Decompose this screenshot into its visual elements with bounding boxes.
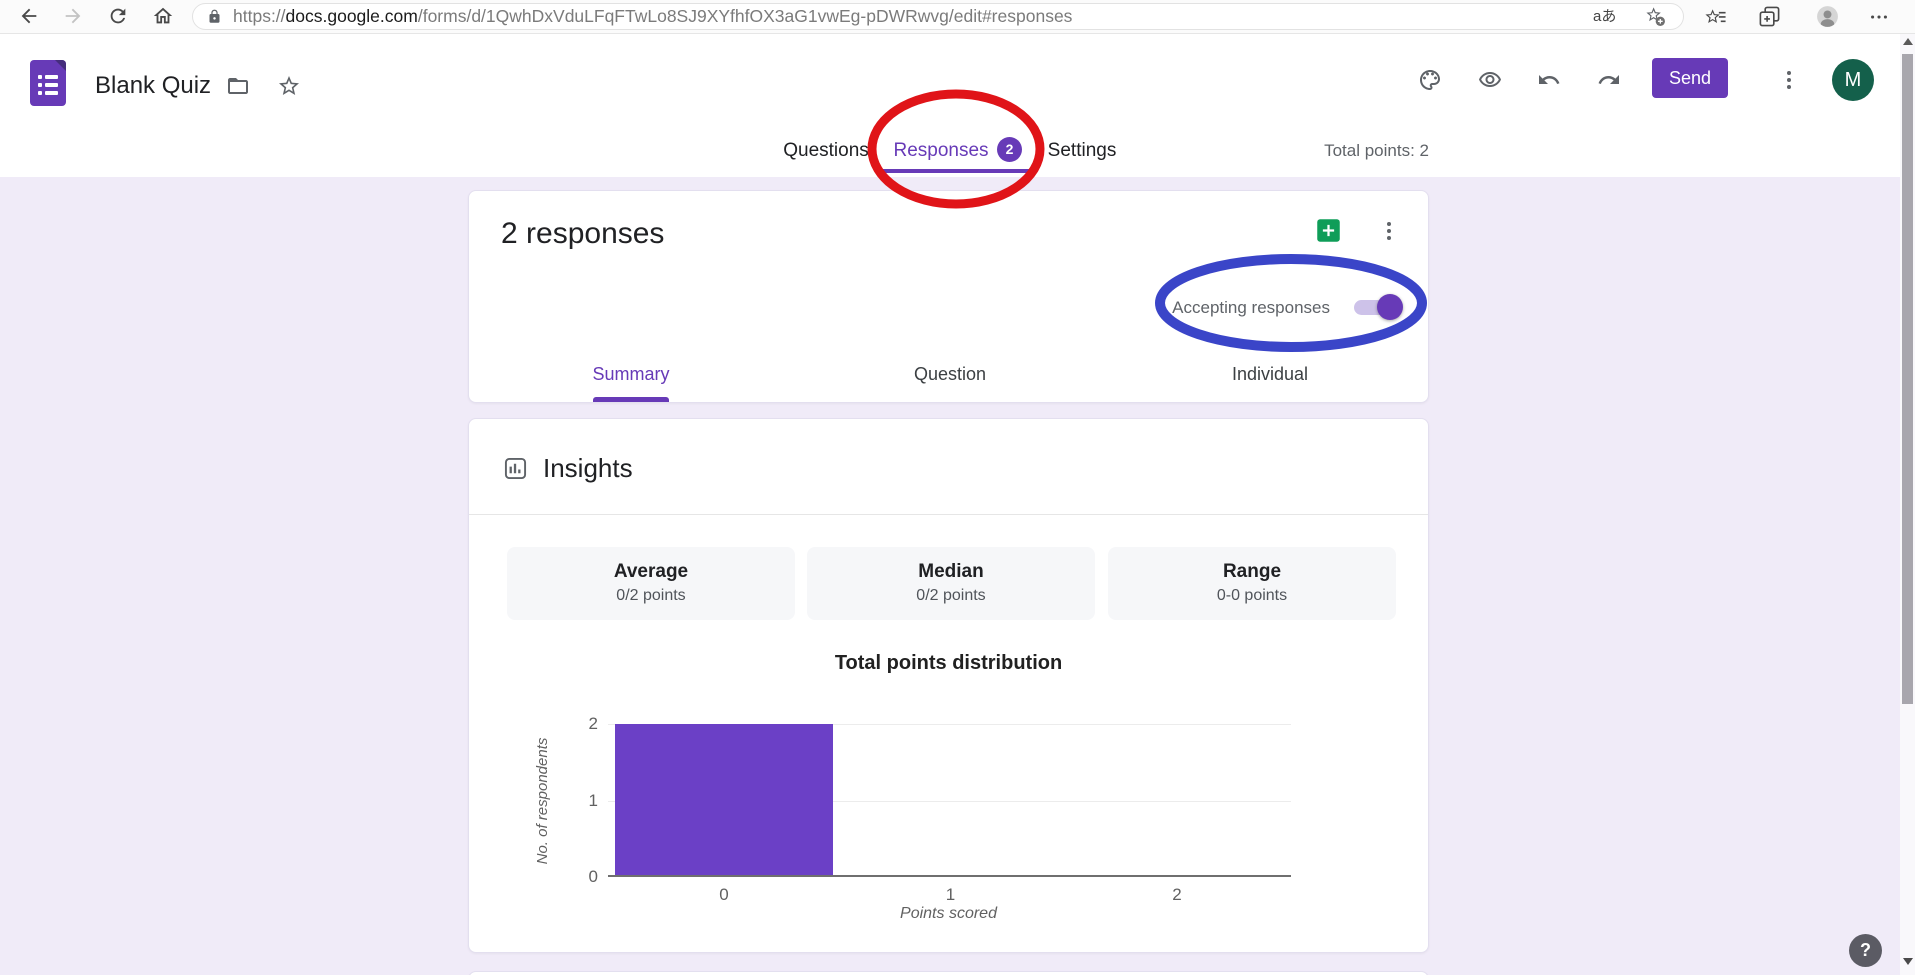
profile-avatar-icon — [1815, 4, 1840, 29]
url-host: docs.google.com — [286, 6, 418, 26]
active-subtab-underline — [593, 397, 669, 402]
eye-icon — [1478, 68, 1502, 92]
add-favorite-icon[interactable] — [1645, 6, 1666, 27]
chart-plot: 012012 — [608, 724, 1291, 877]
stat-card-median: Median 0/2 points — [807, 547, 1095, 620]
accepting-responses-label: Accepting responses — [1172, 298, 1330, 318]
translate-icon[interactable]: aあ — [1593, 4, 1616, 29]
chart-title: Total points distribution — [469, 652, 1428, 675]
insights-section-title: Insights — [543, 453, 633, 484]
browser-refresh-button[interactable] — [107, 5, 129, 27]
redo-button[interactable] — [1597, 68, 1621, 92]
collections-icon — [1758, 5, 1781, 28]
star-plus-icon — [1645, 6, 1666, 27]
scrollbar-down-arrow[interactable] — [1903, 958, 1913, 965]
subtab-question[interactable]: Question — [914, 363, 986, 385]
customize-theme-button[interactable] — [1418, 68, 1442, 92]
scrollbar-up-arrow[interactable] — [1903, 38, 1913, 45]
kebab-icon — [1777, 68, 1801, 92]
stat-value: 0/2 points — [507, 587, 795, 605]
address-bar[interactable]: https://docs.google.com/forms/d/1QwhDxVd… — [192, 3, 1684, 30]
responses-count-badge: 2 — [997, 137, 1022, 162]
undo-button[interactable] — [1537, 68, 1561, 92]
subtab-individual[interactable]: Individual — [1232, 363, 1308, 385]
favorites-bar-button[interactable] — [1704, 5, 1727, 28]
toggle-thumb — [1377, 294, 1403, 320]
stat-card-average: Average 0/2 points — [507, 547, 795, 620]
preview-button[interactable] — [1478, 68, 1502, 92]
insights-card: Insights Average 0/2 points Median 0/2 p… — [468, 418, 1429, 953]
palette-icon — [1418, 68, 1442, 92]
chart-x-tick-label: 2 — [1157, 885, 1197, 905]
browser-profile-button[interactable] — [1815, 4, 1840, 29]
responses-count-title: 2 responses — [501, 217, 664, 251]
lock-icon — [207, 9, 222, 24]
divider — [469, 514, 1428, 515]
url-path: /forms/d/1QwhDxVduLFqFTwLo8SJ9XYfhfOX3aG… — [418, 6, 1073, 26]
home-icon — [152, 5, 174, 27]
stat-label: Range — [1108, 547, 1396, 583]
tab-settings[interactable]: Settings — [1048, 139, 1117, 163]
stat-card-range: Range 0-0 points — [1108, 547, 1396, 620]
chart-y-axis-title: No. of respondents — [534, 721, 552, 881]
stat-value: 0-0 points — [1108, 587, 1396, 605]
undo-icon — [1537, 68, 1561, 92]
accepting-responses-toggle[interactable] — [1354, 300, 1400, 315]
sheets-icon — [1315, 217, 1342, 244]
browser-back-button[interactable] — [18, 5, 40, 27]
chart-x-tick-label: 0 — [704, 885, 744, 905]
favorites-star-icon — [1704, 5, 1727, 28]
responses-card: 2 responses Accepting responses Summary … — [468, 190, 1429, 403]
ellipsis-icon — [1868, 6, 1890, 28]
stat-label: Median — [807, 547, 1095, 583]
account-avatar[interactable]: M — [1832, 59, 1874, 101]
url-text: https://docs.google.com/forms/d/1QwhDxVd… — [233, 4, 1072, 29]
redo-icon — [1597, 68, 1621, 92]
insights-chart-icon — [504, 457, 527, 480]
scrollbar-thumb[interactable] — [1902, 54, 1913, 704]
logo-fold — [55, 60, 66, 71]
chart-x-axis — [608, 875, 1291, 877]
send-button[interactable]: Send — [1652, 58, 1728, 98]
folder-icon — [226, 74, 250, 98]
document-title[interactable]: Blank Quiz — [95, 72, 211, 100]
forward-arrow-icon — [62, 5, 84, 27]
responses-more-options-button[interactable] — [1377, 219, 1401, 243]
url-scheme: https:// — [233, 6, 286, 26]
star-icon — [277, 74, 301, 98]
total-points-label: Total points: 2 — [1324, 141, 1429, 161]
chart-bar — [615, 724, 833, 875]
stat-value: 0/2 points — [807, 587, 1095, 605]
collections-button[interactable] — [1758, 5, 1781, 28]
view-in-sheets-button[interactable] — [1315, 217, 1342, 244]
forms-header: Blank Quiz Send M Questions Responses 2 … — [0, 34, 1915, 177]
browser-menu-button[interactable] — [1868, 6, 1890, 28]
subtab-summary[interactable]: Summary — [592, 363, 669, 385]
next-card-partial — [468, 971, 1429, 975]
stat-label: Average — [507, 547, 795, 583]
form-more-options-button[interactable] — [1777, 68, 1801, 92]
tab-responses[interactable]: Responses — [893, 139, 988, 163]
chart-x-axis-title: Points scored — [469, 905, 1428, 923]
browser-toolbar: https://docs.google.com/forms/d/1QwhDxVd… — [0, 0, 1915, 34]
browser-home-button[interactable] — [152, 5, 174, 27]
chart-y-tick-label: 0 — [560, 867, 598, 887]
browser-forward-button[interactable] — [62, 5, 84, 27]
tab-questions[interactable]: Questions — [783, 139, 869, 163]
move-to-folder-button[interactable] — [226, 74, 250, 98]
back-arrow-icon — [18, 5, 40, 27]
chart-y-tick-label: 1 — [560, 791, 598, 811]
forms-logo-icon[interactable] — [30, 60, 66, 106]
refresh-icon — [107, 5, 129, 27]
kebab-icon — [1377, 219, 1401, 243]
active-tab-underline — [876, 169, 1032, 173]
chart-y-tick-label: 2 — [560, 714, 598, 734]
help-button[interactable]: ? — [1849, 934, 1882, 967]
star-form-button[interactable] — [277, 74, 301, 98]
chart-x-tick-label: 1 — [931, 885, 971, 905]
